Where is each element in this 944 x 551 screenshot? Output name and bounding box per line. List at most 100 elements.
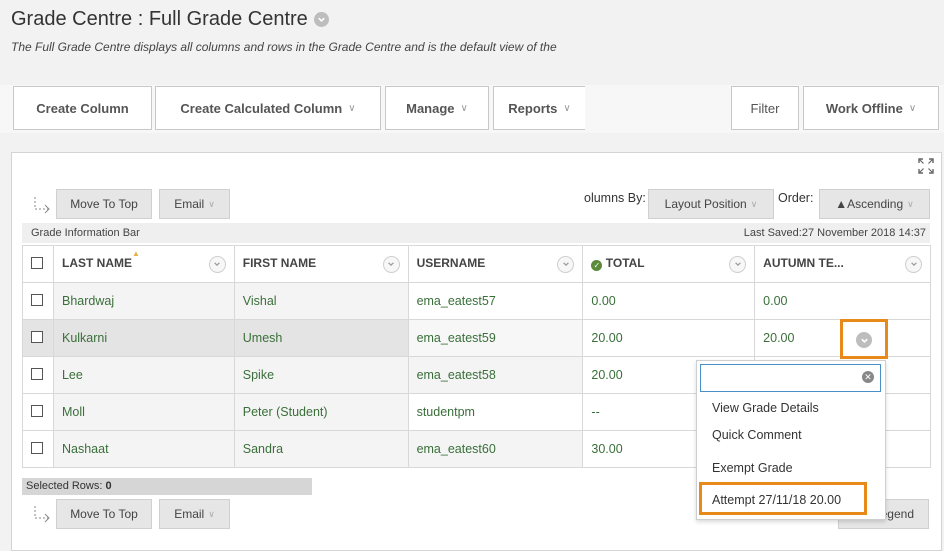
email-label: Email [174,507,205,521]
email-label: Email [174,197,205,211]
chevron-down-icon[interactable] [208,255,226,273]
total-cell[interactable]: 20.00 [582,319,756,357]
order-label: Order: [778,191,814,205]
last-name-cell[interactable]: Lee [52,356,235,394]
username-cell[interactable]: ema_eatest59 [407,319,584,357]
chevron-down-icon[interactable] [557,255,575,273]
move-to-top-label: Move To Top [70,507,138,521]
username-cell[interactable]: studentpm [407,393,584,431]
clear-icon[interactable]: ✕ [862,371,874,383]
grade-information-bar: Grade Information Bar Last Saved:27 Nove… [22,223,930,243]
arrow-indent-icon [32,195,52,217]
chevron-down-icon: ∨ [460,102,468,114]
chevron-down-icon[interactable] [905,255,922,273]
row-select-cell [22,430,54,468]
first-name-cell[interactable]: Peter (Student) [233,393,409,431]
chevron-down-icon[interactable] [382,255,400,273]
first-name-cell[interactable]: Sandra [233,430,409,468]
autumn-term-cell[interactable]: 0.00 [754,282,931,320]
select-all-checkbox[interactable] [31,256,43,269]
title-options-icon[interactable] [313,12,329,27]
username-cell[interactable]: ema_eatest58 [407,356,584,394]
column-header-first-name[interactable]: FIRST NAME [233,245,409,283]
email-button-bottom[interactable]: Email ∨ [159,499,230,529]
create-calculated-column-button[interactable]: Create Calculated Column ∨ [155,86,381,130]
expand-icon[interactable] [918,158,934,174]
row-checkbox[interactable] [31,441,43,454]
email-button[interactable]: Email ∨ [159,189,230,219]
highlight-box [699,482,867,515]
column-header-autumn-term[interactable]: AUTUMN TE... [754,245,931,283]
order-select[interactable]: ▲Ascending ∨ [819,189,930,219]
row-checkbox[interactable] [31,367,43,380]
select-all-cell [22,245,54,283]
sort-columns-select[interactable]: Layout Position ∨ [648,189,774,219]
move-to-top-button[interactable]: Move To Top [56,189,152,219]
last-saved-text: Last Saved:27 November 2018 14:37 [743,227,926,239]
header-label: AUTUMN TE... [763,255,844,270]
row-select-cell [22,393,54,431]
total-cell[interactable]: 0.00 [582,282,756,320]
first-name-cell[interactable]: Vishal [233,282,409,320]
menu-item-exempt-grade[interactable]: Exempt Grade [712,461,793,475]
highlight-box [840,319,888,359]
work-offline-label: Work Offline [825,100,903,116]
column-header-last-name[interactable]: LAST NAME ▲ [52,245,235,283]
header-label: LAST NAME [61,255,132,270]
column-header-total[interactable]: ✓ TOTAL [582,245,756,283]
row-select-cell [22,282,54,320]
table-row: Bhardwaj Vishal ema_eatest57 0.00 0.00 [22,282,931,320]
last-name-cell[interactable]: Moll [52,393,235,431]
last-name-cell[interactable]: Kulkarni [52,319,235,357]
row-checkbox[interactable] [31,293,43,306]
username-cell[interactable]: ema_eatest60 [407,430,584,468]
chevron-down-icon: ∨ [907,198,914,209]
create-calculated-column-label: Create Calculated Column [180,100,343,116]
work-offline-button[interactable]: Work Offline ∨ [803,86,939,130]
chevron-down-icon: ∨ [908,102,917,114]
menu-item-quick-comment[interactable]: Quick Comment [712,428,802,442]
move-to-top-label: Move To Top [70,197,138,211]
last-name-cell[interactable]: Nashaat [52,430,235,468]
arrow-indent-icon [32,504,52,526]
column-header-username[interactable]: USERNAME [407,245,584,283]
create-column-button[interactable]: Create Column [13,86,152,130]
order-value: ▲Ascending [835,197,904,211]
filter-button[interactable]: Filter [731,86,799,130]
header-label: FIRST NAME [242,255,317,270]
reports-label: Reports [508,100,558,116]
sort-ascending-icon: ▲ [131,249,140,258]
check-circle-icon: ✓ [591,259,603,271]
page-title: Grade Centre : Full Grade Centre [11,8,329,31]
menu-search-input[interactable]: ✕ [700,364,881,392]
row-checkbox[interactable] [31,404,43,417]
move-to-top-button-bottom[interactable]: Move To Top [56,499,152,529]
header-label: TOTAL [605,255,645,270]
chevron-down-icon: ∨ [750,198,758,209]
chevron-down-icon: ∨ [208,508,215,519]
page-title-text: Grade Centre : Full Grade Centre [11,8,308,30]
page-description: The Full Grade Centre displays all colum… [11,40,557,54]
row-checkbox[interactable] [31,330,43,343]
info-bar-label: Grade Information Bar [31,227,140,239]
sort-columns-label: olumns By: [584,191,646,205]
selected-rows-count: 0 [105,480,112,492]
chevron-down-icon: ∨ [208,198,215,209]
first-name-cell[interactable]: Spike [233,356,409,394]
selected-rows-label: Selected Rows: [26,480,103,492]
table-header-row: LAST NAME ▲ FIRST NAME USERNAME ✓ TOTAL … [22,245,931,283]
chevron-down-icon: ∨ [563,102,571,114]
manage-button[interactable]: Manage ∨ [385,86,489,130]
last-name-cell[interactable]: Bhardwaj [52,282,235,320]
filter-label: Filter [750,100,780,116]
create-column-label: Create Column [36,100,129,116]
row-select-cell [22,356,54,394]
chevron-down-icon: ∨ [348,102,356,114]
manage-label: Manage [406,100,455,116]
header-label: USERNAME [416,255,486,270]
reports-button[interactable]: Reports ∨ [493,86,585,130]
username-cell[interactable]: ema_eatest57 [407,282,584,320]
first-name-cell[interactable]: Umesh [233,319,409,357]
menu-item-view-grade-details[interactable]: View Grade Details [712,401,819,415]
chevron-down-icon[interactable] [729,255,747,273]
